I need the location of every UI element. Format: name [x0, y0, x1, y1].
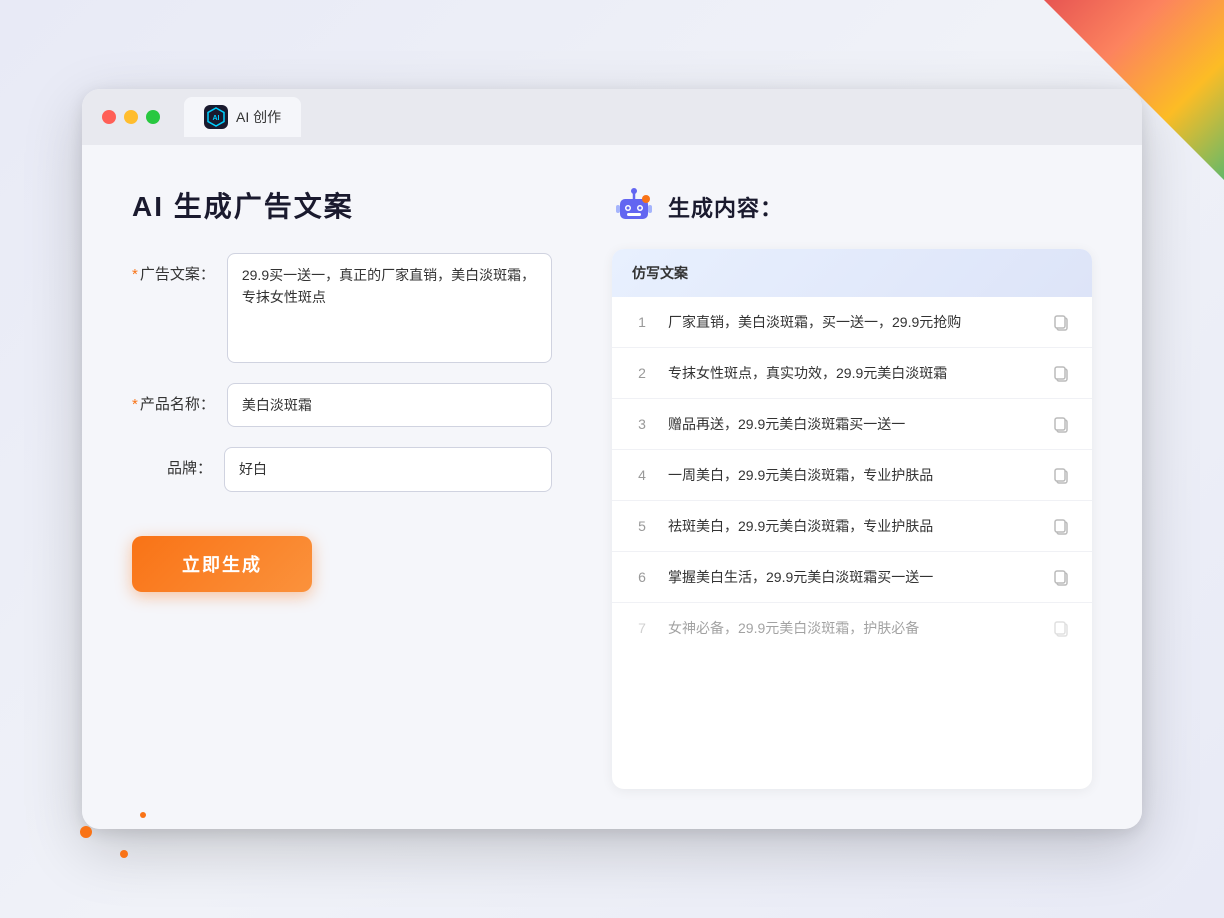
results-table-header: 仿写文案	[612, 249, 1092, 297]
form-row-product-name: *产品名称：	[132, 383, 552, 427]
brand-label: 品牌：	[132, 447, 212, 478]
results-list: 1 厂家直销，美白淡斑霜，买一送一，29.9元抢购 2 专抹女性斑点，真实功效，29…	[612, 297, 1092, 653]
traffic-light-close[interactable]	[102, 110, 116, 124]
results-container: 仿写文案 1 厂家直销，美白淡斑霜，买一送一，29.9元抢购 2 专抹女性斑点，真实…	[612, 249, 1092, 789]
browser-window: AI AI 创作 AI 生成广告文案 *广告文案： 29.9买一送一，真正的厂家…	[82, 89, 1142, 829]
result-text: 赠品再送，29.9元美白淡斑霜买一送一	[668, 414, 1034, 435]
result-text: 祛斑美白，29.9元美白淡斑霜，专业护肤品	[668, 516, 1034, 537]
traffic-lights	[102, 110, 160, 124]
copy-icon[interactable]	[1050, 617, 1072, 639]
product-name-label: *产品名称：	[132, 383, 215, 414]
copy-icon[interactable]	[1050, 515, 1072, 537]
result-row: 7 女神必备，29.9元美白淡斑霜，护肤必备	[612, 603, 1092, 653]
result-text: 掌握美白生活，29.9元美白淡斑霜买一送一	[668, 567, 1034, 588]
left-panel: AI 生成广告文案 *广告文案： 29.9买一送一，真正的厂家直销，美白淡斑霜，…	[132, 185, 552, 789]
traffic-light-minimize[interactable]	[124, 110, 138, 124]
result-row: 1 厂家直销，美白淡斑霜，买一送一，29.9元抢购	[612, 297, 1092, 348]
required-star-ad: *	[132, 266, 138, 283]
result-row: 5 祛斑美白，29.9元美白淡斑霜，专业护肤品	[612, 501, 1092, 552]
copy-icon[interactable]	[1050, 311, 1072, 333]
dot-bl-1	[80, 826, 92, 838]
result-text: 专抹女性斑点，真实功效，29.9元美白淡斑霜	[668, 363, 1034, 384]
main-content: AI 生成广告文案 *广告文案： 29.9买一送一，真正的厂家直销，美白淡斑霜，…	[82, 145, 1142, 829]
copy-icon[interactable]	[1050, 566, 1072, 588]
result-row: 2 专抹女性斑点，真实功效，29.9元美白淡斑霜	[612, 348, 1092, 399]
result-number: 7	[632, 620, 652, 636]
ad-copy-label: *广告文案：	[132, 253, 215, 284]
result-number: 3	[632, 416, 652, 432]
form-row-brand: 品牌：	[132, 447, 552, 491]
right-header: 生成内容：	[612, 185, 1092, 229]
dot-bl-3	[140, 812, 146, 818]
ad-copy-input[interactable]: 29.9买一送一，真正的厂家直销，美白淡斑霜，专抹女性斑点	[227, 253, 552, 363]
copy-icon[interactable]	[1050, 413, 1072, 435]
result-text: 厂家直销，美白淡斑霜，买一送一，29.9元抢购	[668, 312, 1034, 333]
page-title: AI 生成广告文案	[132, 185, 552, 225]
result-row: 6 掌握美白生活，29.9元美白淡斑霜买一送一	[612, 552, 1092, 603]
generate-button[interactable]: 立即生成	[132, 536, 312, 592]
required-star-product: *	[132, 396, 138, 413]
tab-label: AI 创作	[236, 107, 281, 127]
copy-icon[interactable]	[1050, 464, 1072, 486]
svg-text:AI: AI	[213, 115, 220, 122]
robot-icon	[612, 185, 656, 229]
result-number: 5	[632, 518, 652, 534]
title-bar: AI AI 创作	[82, 89, 1142, 145]
result-number: 6	[632, 569, 652, 585]
copy-icon[interactable]	[1050, 362, 1072, 384]
dot-bl-2	[120, 850, 128, 858]
product-name-input[interactable]	[227, 383, 552, 427]
result-row: 3 赠品再送，29.9元美白淡斑霜买一送一	[612, 399, 1092, 450]
brand-input[interactable]	[224, 447, 552, 491]
result-text: 女神必备，29.9元美白淡斑霜，护肤必备	[668, 618, 1034, 639]
right-panel: 生成内容： 仿写文案 1 厂家直销，美白淡斑霜，买一送一，29.9元抢购 2 专抹女…	[612, 185, 1092, 789]
traffic-light-maximize[interactable]	[146, 110, 160, 124]
result-number: 1	[632, 314, 652, 330]
result-number: 2	[632, 365, 652, 381]
right-title: 生成内容：	[668, 191, 783, 223]
tab-ai-create[interactable]: AI AI 创作	[184, 97, 301, 137]
result-number: 4	[632, 467, 652, 483]
form-row-ad-copy: *广告文案： 29.9买一送一，真正的厂家直销，美白淡斑霜，专抹女性斑点	[132, 253, 552, 363]
ai-tab-icon: AI	[204, 105, 228, 129]
result-row: 4 一周美白，29.9元美白淡斑霜，专业护肤品	[612, 450, 1092, 501]
result-text: 一周美白，29.9元美白淡斑霜，专业护肤品	[668, 465, 1034, 486]
form-group: *广告文案： 29.9买一送一，真正的厂家直销，美白淡斑霜，专抹女性斑点 *产品…	[132, 253, 552, 492]
